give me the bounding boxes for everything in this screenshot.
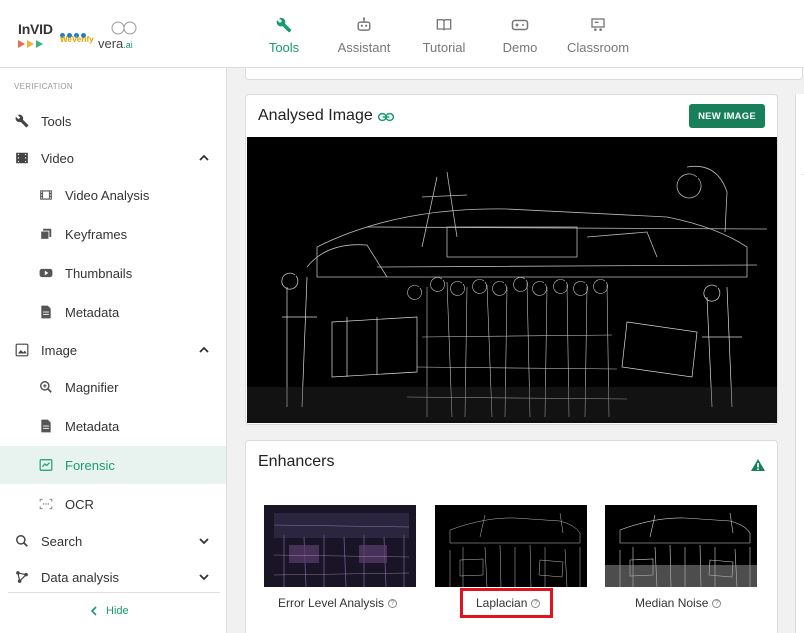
laplacian-thumbnail-image [435, 505, 587, 587]
film-strip-icon [38, 187, 54, 203]
sidebar-item-image-metadata[interactable]: Metadata [0, 407, 226, 445]
sidebar-item-video-metadata[interactable]: Metadata [0, 293, 226, 331]
sidebar-item-tools[interactable]: Tools [0, 102, 226, 140]
tab-tools-label: Tools [268, 40, 300, 55]
sidebar-item-keyframes[interactable]: Keyframes [0, 215, 226, 253]
sidebar-section-label: VERIFICATION [14, 82, 74, 91]
ocr-icon [38, 496, 54, 512]
sidebar-item-label: Keyframes [65, 226, 128, 242]
sidebar-item-label: Data analysis [41, 569, 120, 585]
new-image-button[interactable]: NEW IMAGE [689, 104, 765, 128]
enhancer-label-ela[interactable]: Error Level Analysis ? [278, 596, 398, 610]
sidebar-item-forensic[interactable]: Forensic [0, 446, 226, 484]
ela-label-text: Error Level Analysis [278, 596, 385, 610]
help-icon[interactable]: ? [388, 598, 398, 608]
sidebar-item-label: Thumbnails [65, 265, 133, 281]
image-icon [14, 342, 30, 358]
invid-weverify-vera-logo[interactable]: InVID WeVerify vera.ai [18, 18, 138, 52]
gamepad-icon [510, 16, 530, 34]
laplacian-edge-image [247, 137, 777, 423]
sidebar-item-label: Metadata [65, 418, 120, 434]
enhancer-label-median-noise[interactable]: Median Noise ? [635, 596, 722, 610]
sidebar-item-data-analysis[interactable]: Data analysis [0, 558, 226, 596]
youtube-icon [38, 265, 54, 281]
chevron-down-icon[interactable] [198, 571, 210, 583]
sidebar-item-thumbnails[interactable]: Thumbnails [0, 254, 226, 292]
analysed-image-card: Analysed Image NEW IMAGE [245, 94, 778, 425]
layers-icon [38, 226, 54, 242]
tab-classroom[interactable]: Classroom [558, 0, 638, 68]
robot-icon [354, 16, 374, 34]
ela-thumbnail-image [264, 505, 416, 587]
hide-sidebar-button[interactable]: Hide [90, 605, 129, 617]
previous-card-edge [245, 68, 803, 80]
sidebar-item-label: Forensic [65, 457, 115, 473]
sidebar-item-label: Video [41, 150, 75, 166]
link-icon[interactable] [378, 110, 394, 124]
classroom-icon [588, 16, 608, 34]
chevron-up-icon[interactable] [198, 152, 210, 164]
sidebar-item-label: OCR [65, 496, 94, 512]
sidebar: VERIFICATION Tools Video Video Analysis … [0, 68, 227, 633]
median-noise-thumbnail-image [605, 505, 757, 587]
document-icon [38, 418, 54, 434]
sidebar-item-video-analysis[interactable]: Video Analysis [0, 176, 226, 214]
tab-demo-label: Demo [502, 40, 538, 55]
tab-assistant[interactable]: Assistant [322, 0, 406, 68]
analysed-image-laplacian [247, 137, 777, 423]
sidebar-divider [8, 592, 220, 593]
sidebar-item-video[interactable]: Video [0, 139, 226, 177]
enhancer-thumbnail-laplacian[interactable] [435, 505, 587, 587]
sidebar-item-label: Magnifier [65, 379, 119, 395]
enhancers-card: Enhancers Error Level Analysis ? Laplaci… [245, 440, 778, 633]
median-noise-label-text: Median Noise [635, 596, 709, 610]
sidebar-item-magnifier[interactable]: Magnifier [0, 368, 226, 406]
tab-tutorial[interactable]: Tutorial [406, 0, 482, 68]
chevron-down-icon[interactable] [198, 535, 210, 547]
magnifier-icon [38, 379, 54, 395]
chevron-left-icon [90, 606, 97, 616]
warning-icon[interactable] [750, 458, 766, 472]
sidebar-item-label: Video Analysis [65, 187, 150, 203]
weverify-dots [60, 25, 94, 38]
sidebar-item-label: Image [41, 342, 78, 358]
tab-tutorial-label: Tutorial [422, 40, 466, 55]
tab-assistant-label: Assistant [337, 40, 391, 55]
wrench-icon [274, 16, 294, 34]
sidebar-item-image[interactable]: Image [0, 331, 226, 369]
sidebar-item-ocr[interactable]: OCR [0, 485, 226, 523]
tab-demo[interactable]: Demo [482, 0, 558, 68]
vera-rings-icon [111, 21, 137, 35]
laplacian-highlight-box [460, 588, 553, 618]
sidebar-item-search[interactable]: Search [0, 522, 226, 560]
sidebar-item-label: Search [41, 533, 83, 549]
main-nav-tabs: Tools Assistant Tutorial Demo Classroom [246, 0, 638, 68]
weverify-logo-text: WeVerify [60, 35, 94, 44]
right-panel-edge [795, 94, 804, 633]
tab-classroom-label: Classroom [566, 40, 630, 55]
chevron-up-icon[interactable] [198, 344, 210, 356]
wrench-icon [14, 113, 30, 129]
help-icon[interactable]: ? [712, 598, 722, 608]
film-icon [14, 150, 30, 166]
vera-logo-text: vera.ai [98, 36, 133, 51]
hide-sidebar-label: Hide [106, 605, 129, 617]
book-icon [434, 16, 454, 34]
forensic-icon [38, 457, 54, 473]
document-icon [38, 304, 54, 320]
sidebar-item-label: Tools [41, 113, 72, 129]
enhancer-thumbnail-ela[interactable] [264, 505, 416, 587]
top-app-bar: InVID WeVerify vera.ai Tools Assistant T… [0, 0, 804, 68]
enhancers-title: Enhancers [258, 453, 335, 470]
search-icon [14, 533, 30, 549]
enhancer-thumbnail-median-noise[interactable] [605, 505, 757, 587]
sidebar-item-label: Metadata [65, 304, 120, 320]
invid-logo-text: InVID [18, 21, 53, 37]
analysed-image-title: Analysed Image [258, 107, 373, 124]
data-analysis-icon [14, 569, 30, 585]
tab-tools[interactable]: Tools [246, 0, 322, 68]
